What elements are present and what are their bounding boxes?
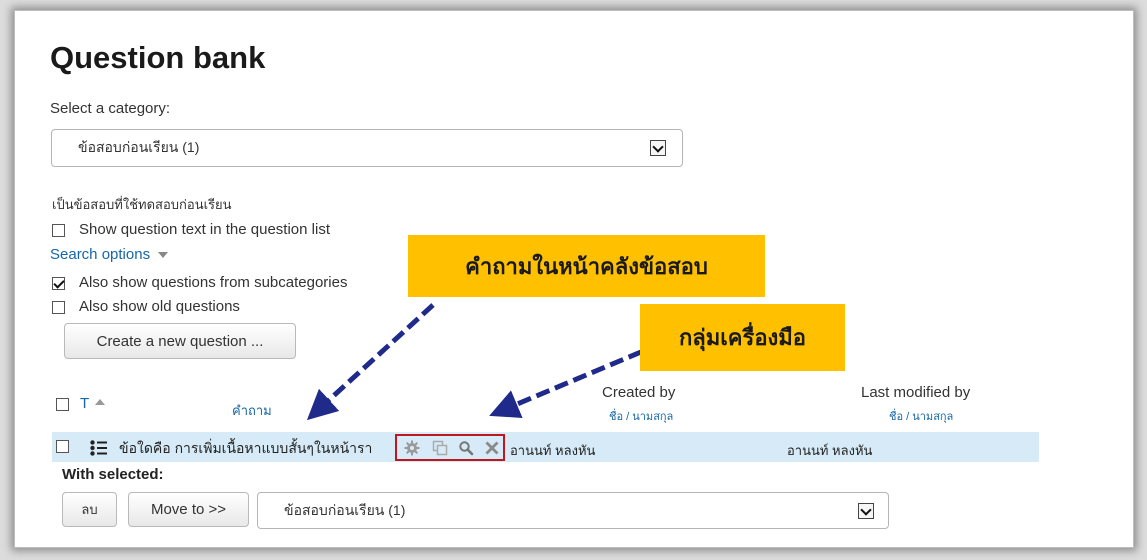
callout-tools: กลุ่มเครื่องมือ bbox=[640, 304, 845, 371]
arrow-to-tools bbox=[489, 341, 661, 419]
arrow-to-question bbox=[306, 303, 435, 421]
callout-question: คำถามในหน้าคลังข้อสอบ bbox=[408, 235, 765, 297]
